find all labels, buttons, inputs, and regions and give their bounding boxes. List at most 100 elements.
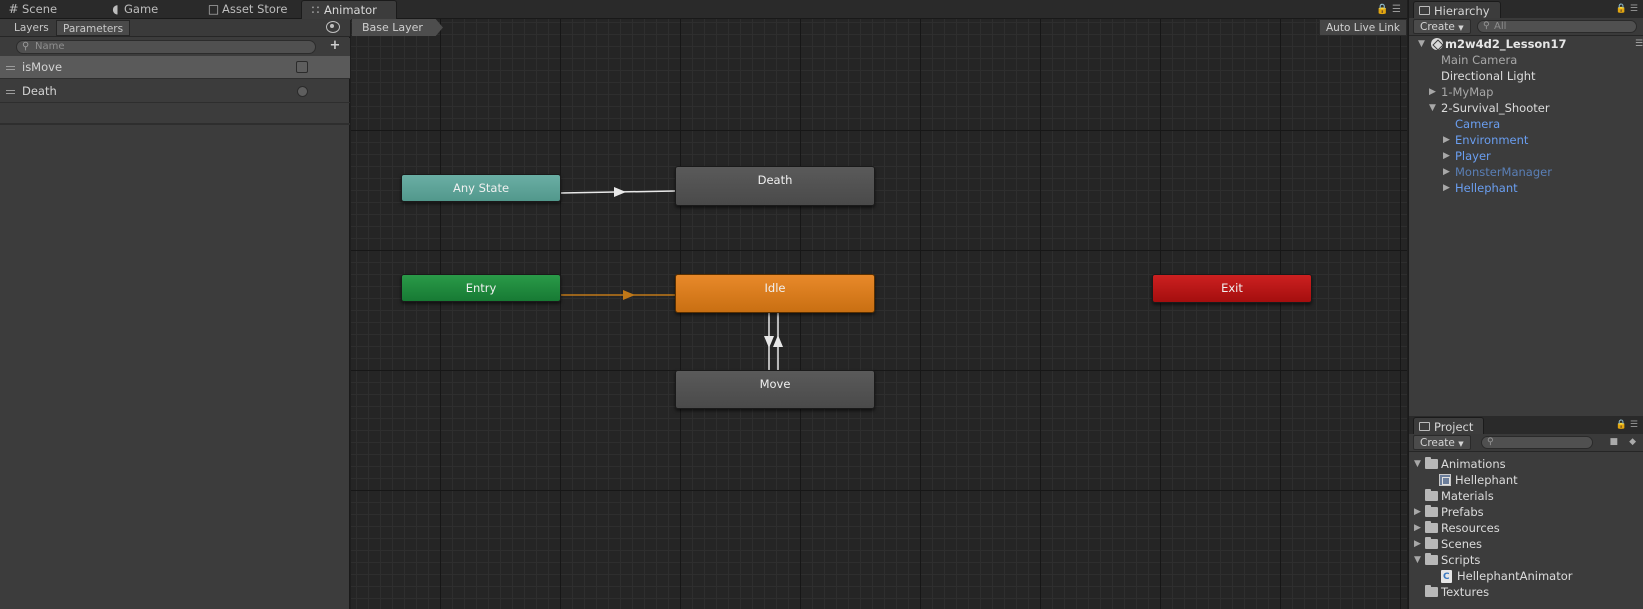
lock-icon[interactable]: 🔒	[1376, 4, 1388, 15]
tab-menu-icon[interactable]: ☰	[1392, 4, 1401, 15]
tab-hierarchy[interactable]: Hierarchy	[1413, 1, 1501, 19]
tab-layers[interactable]: Layers	[8, 20, 55, 36]
animator-graph[interactable]: Base Layer Auto Live Link Any State Deat…	[351, 19, 1407, 609]
project-item-scenes[interactable]: ▶ Scenes	[1414, 536, 1483, 552]
hierarchy-item-2-survival-shooter[interactable]: ▼ 2-Survival_Shooter	[1429, 100, 1550, 116]
tab-game[interactable]: ◖ Game	[102, 0, 182, 19]
collapse-arrow-icon[interactable]: ▼	[1414, 552, 1421, 568]
tab-menu-icon[interactable]: 🔒 ☰	[1616, 4, 1638, 14]
hierarchy-search-placeholder: All	[1494, 21, 1507, 32]
tab-hierarchy-label: Hierarchy	[1434, 4, 1490, 18]
tab-scene[interactable]: # Scene	[0, 0, 75, 19]
state-entry[interactable]: Entry	[401, 274, 561, 302]
hierarchy-create-button[interactable]: Create ▼	[1413, 19, 1471, 34]
project-item-label: HellephantAnimator	[1457, 569, 1573, 583]
expand-arrow-icon[interactable]: ▶	[1443, 180, 1450, 196]
expand-arrow-icon[interactable]: ▶	[1443, 148, 1450, 164]
drag-handle-icon[interactable]	[6, 90, 15, 94]
unity-scene-icon	[1431, 38, 1443, 50]
state-move[interactable]: Move	[675, 370, 875, 409]
hierarchy-item-player[interactable]: ▶ Player	[1443, 148, 1491, 164]
expand-arrow-icon[interactable]: ▶	[1414, 536, 1421, 552]
hierarchy-search-input[interactable]: ⚲ All	[1477, 20, 1637, 33]
tab-menu-icon[interactable]: 🔒 ☰	[1616, 420, 1638, 430]
bag-icon: □	[207, 2, 220, 16]
project-item-label: Prefabs	[1441, 505, 1484, 519]
transition-lines	[560, 187, 783, 370]
grid-icon: #	[8, 2, 19, 16]
project-item-prefabs[interactable]: ▶ Prefabs	[1414, 504, 1484, 520]
tab-animator-label: Animator	[324, 3, 377, 17]
state-death[interactable]: Death	[675, 166, 875, 206]
scene-root[interactable]: ▼ m2w4d2_Lesson17 ☰	[1418, 36, 1643, 52]
tab-animator[interactable]: ∷ Animator	[301, 0, 397, 20]
expand-arrow-icon[interactable]: ▶	[1429, 84, 1436, 100]
project-tab-strip: Project 🔒 ☰	[1409, 416, 1643, 435]
hierarchy-item-camera[interactable]: Camera	[1455, 116, 1500, 132]
project-item-materials[interactable]: Materials	[1425, 488, 1494, 504]
hierarchy-item-hellephant[interactable]: ▶ Hellephant	[1443, 180, 1518, 196]
project-item-label: Scenes	[1441, 537, 1483, 551]
tab-project-label: Project	[1434, 420, 1474, 434]
expand-arrow-icon[interactable]: ▼	[1418, 36, 1425, 52]
state-any-state[interactable]: Any State	[401, 174, 561, 202]
drag-handle-icon[interactable]	[6, 66, 15, 70]
bool-checkbox[interactable]	[296, 61, 308, 73]
expand-arrow-icon[interactable]: ▶	[1414, 504, 1421, 520]
project-item-hellephantanimator-script[interactable]: HellephantAnimator	[1441, 568, 1573, 585]
tab-asset-store[interactable]: □ Asset Store	[200, 0, 296, 19]
expand-arrow-icon[interactable]: ▶	[1414, 520, 1421, 536]
project-item-scripts[interactable]: ▼ Scripts	[1414, 552, 1480, 568]
project-item-label: Animations	[1441, 457, 1506, 471]
hierarchy-item-1-mymap[interactable]: ▶ 1-MyMap	[1429, 84, 1493, 100]
hierarchy-item-label: Environment	[1455, 133, 1529, 147]
search-icon: ⚲	[1483, 21, 1490, 31]
project-create-button[interactable]: Create ▼	[1413, 435, 1471, 450]
collapse-arrow-icon[interactable]: ▼	[1429, 100, 1436, 116]
parameter-row-ismove[interactable]: isMove	[0, 56, 350, 79]
hierarchy-tab-strip: Hierarchy 🔒 ☰	[1409, 0, 1643, 19]
parameter-name: isMove	[22, 60, 63, 74]
hierarchy-item-monstermanager[interactable]: ▶ MonsterManager	[1443, 164, 1552, 180]
folder-icon	[1425, 505, 1438, 517]
hierarchy-item-main-camera[interactable]: Main Camera	[1441, 52, 1517, 68]
state-exit[interactable]: Exit	[1152, 274, 1312, 303]
folder-icon	[1425, 521, 1438, 533]
parameter-search-row: ⚲ Name +	[0, 38, 350, 56]
divider	[0, 123, 350, 125]
project-item-animations[interactable]: ▼ Animations	[1414, 456, 1506, 472]
folder-icon	[1425, 457, 1438, 469]
state-idle[interactable]: Idle	[675, 274, 875, 313]
trigger-radio[interactable]	[297, 86, 308, 97]
parameter-search-placeholder: Name	[35, 41, 65, 52]
expand-arrow-icon[interactable]: ▶	[1443, 132, 1450, 148]
eye-icon[interactable]	[326, 21, 340, 33]
hierarchy-item-environment[interactable]: ▶ Environment	[1443, 132, 1529, 148]
project-item-resources[interactable]: ▶ Resources	[1414, 520, 1500, 536]
tab-parameters[interactable]: Parameters	[56, 20, 131, 36]
dropdown-arrow-icon: ▼	[1458, 24, 1464, 32]
project-item-label: Hellephant	[1455, 473, 1518, 487]
transition-arrow-down-icon	[764, 336, 774, 348]
tab-asset-store-label: Asset Store	[222, 2, 288, 16]
transition-arrow-icon	[623, 290, 635, 300]
expand-arrow-icon[interactable]: ▶	[1443, 164, 1450, 180]
add-parameter-button[interactable]: +	[328, 39, 342, 53]
hierarchy-item-directional-light[interactable]: Directional Light	[1441, 68, 1536, 84]
folder-icon	[1425, 553, 1438, 565]
create-label: Create	[1420, 437, 1455, 449]
project-item-hellephant-controller[interactable]: Hellephant	[1439, 472, 1518, 488]
filter-label-icon[interactable]: ◆	[1629, 437, 1636, 447]
parameter-row-death[interactable]: Death	[0, 80, 350, 103]
hierarchy-item-label: Hellephant	[1455, 181, 1518, 195]
collapse-arrow-icon[interactable]: ▼	[1414, 456, 1421, 472]
folder-icon	[1425, 537, 1438, 549]
tab-game-label: Game	[124, 2, 159, 16]
filter-type-icon[interactable]: ■	[1609, 437, 1618, 447]
search-icon: ⚲	[1487, 437, 1494, 447]
hierarchy-item-label: 2-Survival_Shooter	[1441, 101, 1550, 115]
tab-project[interactable]: Project	[1413, 417, 1485, 435]
parameter-search-input[interactable]: ⚲ Name	[16, 40, 316, 54]
project-item-textures[interactable]: Textures	[1425, 584, 1489, 600]
project-search-input[interactable]: ⚲	[1481, 436, 1593, 449]
